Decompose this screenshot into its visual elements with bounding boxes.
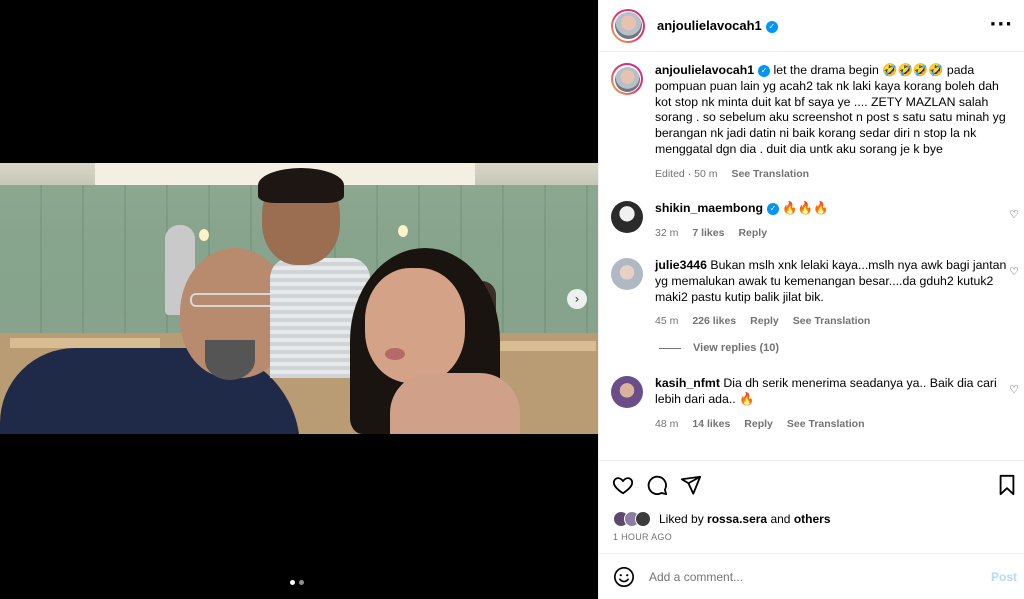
liked-by-summary[interactable]: Liked by rossa.sera and others <box>613 511 831 527</box>
comment-like-heart-icon[interactable]: ♡ <box>1009 265 1019 278</box>
reply-button[interactable]: Reply <box>744 417 773 433</box>
see-translation-link[interactable]: See Translation <box>787 417 865 433</box>
post-actions: Liked by rossa.sera and others 1 HOUR AG… <box>599 460 1024 552</box>
comment-time: 45 m <box>655 315 679 328</box>
comment-item: shikin_maembong ✓ 🔥🔥🔥 32 m 7 likes Reply <box>611 201 1015 242</box>
liked-by-and: and <box>770 512 791 526</box>
commenter-avatar[interactable] <box>611 201 643 233</box>
post-photo[interactable] <box>0 163 598 434</box>
view-replies-button[interactable]: View replies (10) <box>659 342 779 354</box>
comment-text: 🔥🔥🔥 <box>782 201 829 215</box>
instagram-post-modal: › anjoulielavocah1 ✓ ··· anjoulielavocah… <box>0 0 1024 599</box>
pagination-dot-active <box>290 580 295 585</box>
comment-likes[interactable]: 14 likes <box>692 417 730 433</box>
share-icon[interactable] <box>679 473 703 497</box>
comment-username[interactable]: shikin_maembong <box>655 201 763 215</box>
comment-likes[interactable]: 7 likes <box>692 226 724 242</box>
post-media-viewer: › <box>0 0 598 599</box>
comment-time: 48 m <box>655 417 679 430</box>
pagination-dot <box>299 580 304 585</box>
comment-like-heart-icon[interactable]: ♡ <box>1009 208 1019 221</box>
comment-username[interactable]: julie3446 <box>655 258 707 272</box>
post-time: 1 HOUR AGO <box>613 532 673 542</box>
commenter-avatar[interactable] <box>611 258 643 290</box>
avatar <box>635 511 651 527</box>
author-username[interactable]: anjoulielavocah1 ✓ <box>657 18 778 33</box>
comment-icon[interactable] <box>645 473 669 497</box>
comment-item: julie3446 Bukan mslh xnk lelaki kaya...m… <box>611 258 1015 330</box>
comment-username[interactable]: kasih_nfmt <box>655 376 720 390</box>
comment-text: Bukan mslh xnk lelaki kaya...mslh nya aw… <box>655 258 1007 304</box>
comment-input[interactable] <box>649 569 1024 584</box>
comment-time: 32 m <box>655 226 679 239</box>
see-translation-link[interactable]: See Translation <box>731 167 809 183</box>
caption-item: anjoulielavocah1 ✓ let the drama begin 🤣🤣… <box>611 63 1015 183</box>
post-details-panel: anjoulielavocah1 ✓ ··· anjoulielavocah1 ✓ … <box>598 0 1024 599</box>
comment-like-heart-icon[interactable]: ♡ <box>1009 383 1019 396</box>
post-header: anjoulielavocah1 ✓ ··· <box>599 0 1024 52</box>
emoji-icon[interactable] <box>613 566 635 588</box>
comment-item: kasih_nfmt Dia dh serik menerima seadany… <box>611 376 1015 432</box>
bookmark-icon[interactable] <box>995 473 1019 497</box>
liked-by-user[interactable]: rossa.sera <box>707 512 767 526</box>
verified-badge-icon: ✓ <box>765 20 778 33</box>
caption-author-avatar[interactable] <box>611 63 643 95</box>
reply-button[interactable]: Reply <box>750 314 779 330</box>
reply-button[interactable]: Reply <box>738 226 767 242</box>
liked-by-others[interactable]: others <box>794 512 831 526</box>
view-replies-label: View replies (10) <box>693 342 780 354</box>
replies-divider-line <box>659 347 681 349</box>
chevron-right-icon[interactable]: › <box>567 289 587 309</box>
liked-by-avatars <box>613 511 651 527</box>
comment-likes[interactable]: 226 likes <box>692 314 736 330</box>
caption-username[interactable]: anjoulielavocah1 <box>655 63 754 77</box>
comments-scroll-area[interactable]: anjoulielavocah1 ✓ let the drama begin 🤣🤣… <box>599 53 1024 460</box>
author-avatar[interactable] <box>611 8 645 43</box>
commenter-avatar[interactable] <box>611 376 643 408</box>
add-comment-bar: Post <box>599 553 1024 599</box>
verified-badge-icon: ✓ <box>758 64 771 77</box>
more-options-icon[interactable]: ··· <box>989 14 1013 35</box>
caption-edited-time: Edited · 50 m <box>655 167 718 180</box>
media-pagination-dots <box>290 580 304 585</box>
verified-badge-icon: ✓ <box>766 202 779 215</box>
liked-by-prefix: Liked by <box>659 512 704 526</box>
heart-icon[interactable] <box>611 473 635 497</box>
post-comment-button[interactable]: Post <box>991 570 1017 584</box>
see-translation-link[interactable]: See Translation <box>793 314 871 330</box>
